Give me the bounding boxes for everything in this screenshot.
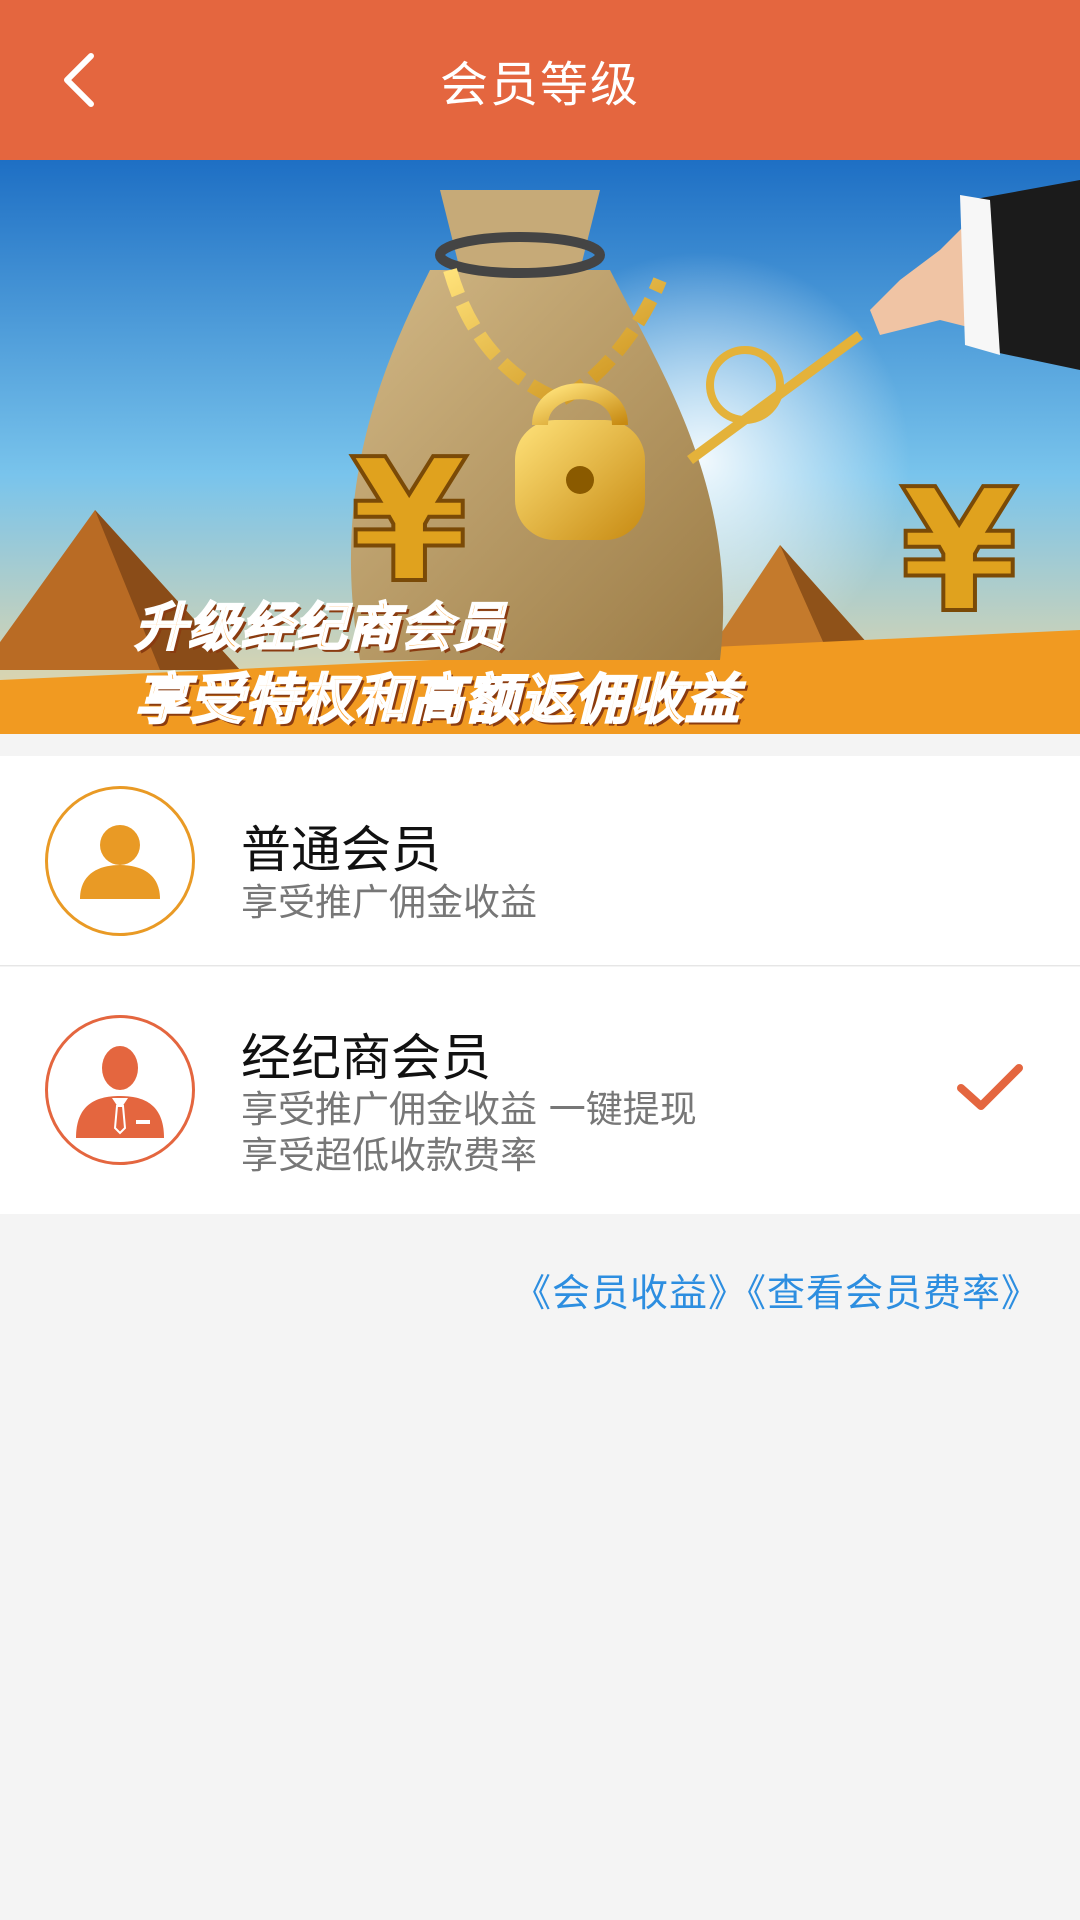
banner-headline: 升级经纪商会员 bbox=[134, 597, 507, 659]
membership-item-regular[interactable]: 普通会员 享受推广佣金收益 bbox=[0, 756, 1080, 966]
user-icon bbox=[80, 825, 160, 899]
banner-subheadline: 享受特权和高额返佣收益 bbox=[134, 667, 740, 732]
member-benefits-link[interactable]: 《会员收益》 bbox=[513, 1271, 747, 1315]
businessman-icon bbox=[76, 1046, 164, 1138]
membership-description-line2: 享受超低收款费率 bbox=[241, 1134, 537, 1177]
page-title: 会员等级 bbox=[439, 57, 640, 113]
membership-description-line1: 享受推广佣金收益 一键提现 bbox=[241, 1088, 697, 1131]
membership-description: 享受推广佣金收益 bbox=[241, 881, 537, 924]
member-links: 《会员收益》《查看会员费率》 bbox=[513, 1262, 1040, 1317]
membership-title: 经纪商会员 bbox=[241, 1029, 491, 1087]
avatar bbox=[45, 786, 195, 936]
membership-list: 普通会员 享受推广佣金收益 bbox=[0, 756, 1080, 1214]
svg-text:¥: ¥ bbox=[900, 453, 1018, 651]
member-rates-link[interactable]: 《查看会员费率》 bbox=[747, 1271, 1040, 1315]
membership-title: 普通会员 bbox=[241, 821, 441, 879]
top-navigation-bar: 会员等级 bbox=[0, 0, 1080, 160]
avatar bbox=[45, 1015, 195, 1165]
checkmark-icon bbox=[957, 1064, 1023, 1110]
promo-banner[interactable]: ¥ ¥ 升级经纪商会员 享受特权和高额返佣收益 bbox=[0, 160, 1080, 734]
